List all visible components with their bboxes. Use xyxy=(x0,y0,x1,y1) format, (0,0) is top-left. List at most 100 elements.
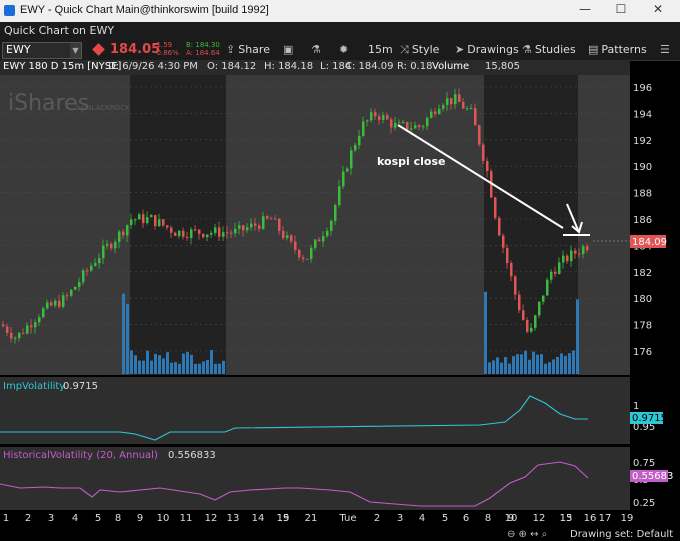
candle-body xyxy=(350,150,353,169)
candle-body xyxy=(82,270,85,283)
candle-body xyxy=(282,230,285,239)
time-tick: 8 xyxy=(115,513,121,524)
candle-body xyxy=(22,332,25,334)
candle-body xyxy=(58,300,61,307)
patterns-button[interactable]: ▤ Patterns xyxy=(588,42,647,58)
candle-body xyxy=(438,108,441,115)
settings-button[interactable]: ✹ xyxy=(339,42,351,58)
time-tick: 17 xyxy=(599,513,612,524)
volume-bar xyxy=(154,353,157,374)
candle-body xyxy=(322,236,325,242)
drawing-set-label[interactable]: Drawing set: Default xyxy=(570,529,673,540)
chart-description: EWY 180 D 15m [NYSE] xyxy=(3,61,122,72)
flask-button[interactable]: ⚗ xyxy=(311,42,324,58)
candle-body xyxy=(466,108,469,110)
impvol-marker-label: 0.9715 xyxy=(632,413,667,424)
candle-body xyxy=(106,244,109,246)
candle-body xyxy=(402,121,405,123)
candle-body xyxy=(502,235,505,248)
volume-bar xyxy=(484,291,487,374)
symbol-input[interactable]: EWY ▼ xyxy=(2,42,82,59)
window-title: EWY - Quick Chart Main@thinkorswim [buil… xyxy=(20,4,269,16)
volume-bar xyxy=(576,299,579,374)
close-button[interactable]: ✕ xyxy=(648,2,668,18)
candle-body xyxy=(374,112,377,117)
last-price: 184.05 xyxy=(110,42,161,57)
app-icon xyxy=(4,5,15,16)
time-tick: 2 xyxy=(25,513,31,524)
volume-bar xyxy=(170,362,173,374)
info-date: D: 6/9/26 4:30 PM xyxy=(108,61,198,72)
volume-bar xyxy=(496,357,499,374)
price-tick: 180 xyxy=(633,294,652,305)
volume-bar xyxy=(564,355,567,374)
studies-button[interactable]: ⚗ Studies xyxy=(522,42,576,58)
time-tick: 21 xyxy=(305,513,318,524)
style-button[interactable]: ⤨ Style xyxy=(400,42,439,58)
candle-body xyxy=(334,205,337,221)
histvol-value: 0.556833 xyxy=(168,450,216,461)
candle-body xyxy=(146,217,149,224)
volume-label: Volume xyxy=(432,61,470,72)
candle-body xyxy=(114,241,117,249)
price-chart[interactable]: iShares by BLACKROCK kospi close 1961941… xyxy=(0,75,680,541)
cursor-icon: ➤ xyxy=(455,43,465,56)
snapshot-icon: ▣ xyxy=(283,43,294,56)
candle-body xyxy=(470,108,473,110)
candle-body xyxy=(94,263,97,266)
candle-body xyxy=(510,263,513,277)
candle-body xyxy=(130,219,133,225)
candle-body xyxy=(522,310,525,320)
share-button[interactable]: ⇪ Share xyxy=(226,42,270,58)
candle-body xyxy=(498,217,501,236)
candle-body xyxy=(18,332,21,338)
gear-icon: ✹ xyxy=(339,43,349,56)
candle-body xyxy=(66,295,69,297)
maximize-button[interactable]: ☐ xyxy=(611,2,631,18)
candle-body xyxy=(86,270,89,272)
volume-bar xyxy=(556,356,559,374)
candle-body xyxy=(362,121,365,136)
candle-body xyxy=(446,98,449,106)
menu-button[interactable]: ☰ xyxy=(660,42,673,58)
candle-body xyxy=(258,225,261,229)
candle-body xyxy=(442,105,445,109)
price-tick: 196 xyxy=(633,83,652,94)
price-tick: 190 xyxy=(633,162,652,173)
volume-bar xyxy=(500,362,503,374)
candle-body xyxy=(450,98,453,105)
histvol-marker-label: 0.55683 xyxy=(632,471,673,482)
candle-body xyxy=(266,216,269,219)
candle-body xyxy=(410,128,413,130)
volume-bar xyxy=(158,355,161,374)
candle-body xyxy=(182,230,185,237)
candle-body xyxy=(174,232,177,236)
candle-body xyxy=(538,301,541,316)
timeframe-button[interactable]: 15m xyxy=(368,42,393,58)
snapshot-button[interactable]: ▣ xyxy=(283,42,296,58)
candle-body xyxy=(214,227,217,233)
candle-body xyxy=(582,246,585,254)
candle-body xyxy=(158,219,161,227)
candle-body xyxy=(578,253,581,255)
volume-bar xyxy=(142,360,145,374)
annotation-kospi-close[interactable]: kospi close xyxy=(377,155,445,168)
watermark-by: by BLACKROCK xyxy=(76,104,130,112)
chevron-down-icon[interactable]: ▼ xyxy=(70,43,81,58)
candle-body xyxy=(462,102,465,109)
drawings-button[interactable]: ➤ Drawings xyxy=(455,42,519,58)
candle-body xyxy=(210,232,213,235)
time-tick: 5 xyxy=(442,513,448,524)
volume-bar xyxy=(130,350,133,374)
minimize-button[interactable]: — xyxy=(575,2,595,18)
volume-bar xyxy=(134,355,137,374)
candle-body xyxy=(326,230,329,237)
candle-body xyxy=(566,255,569,262)
volume-bar xyxy=(190,354,193,374)
candle-body xyxy=(274,218,277,220)
candle-body xyxy=(230,232,233,234)
candle-body xyxy=(250,223,253,228)
zoom-controls[interactable]: ⊖ ⊕ ↔ ⌕ xyxy=(507,529,547,540)
candle-body xyxy=(506,247,509,264)
volume-bar xyxy=(508,363,511,374)
